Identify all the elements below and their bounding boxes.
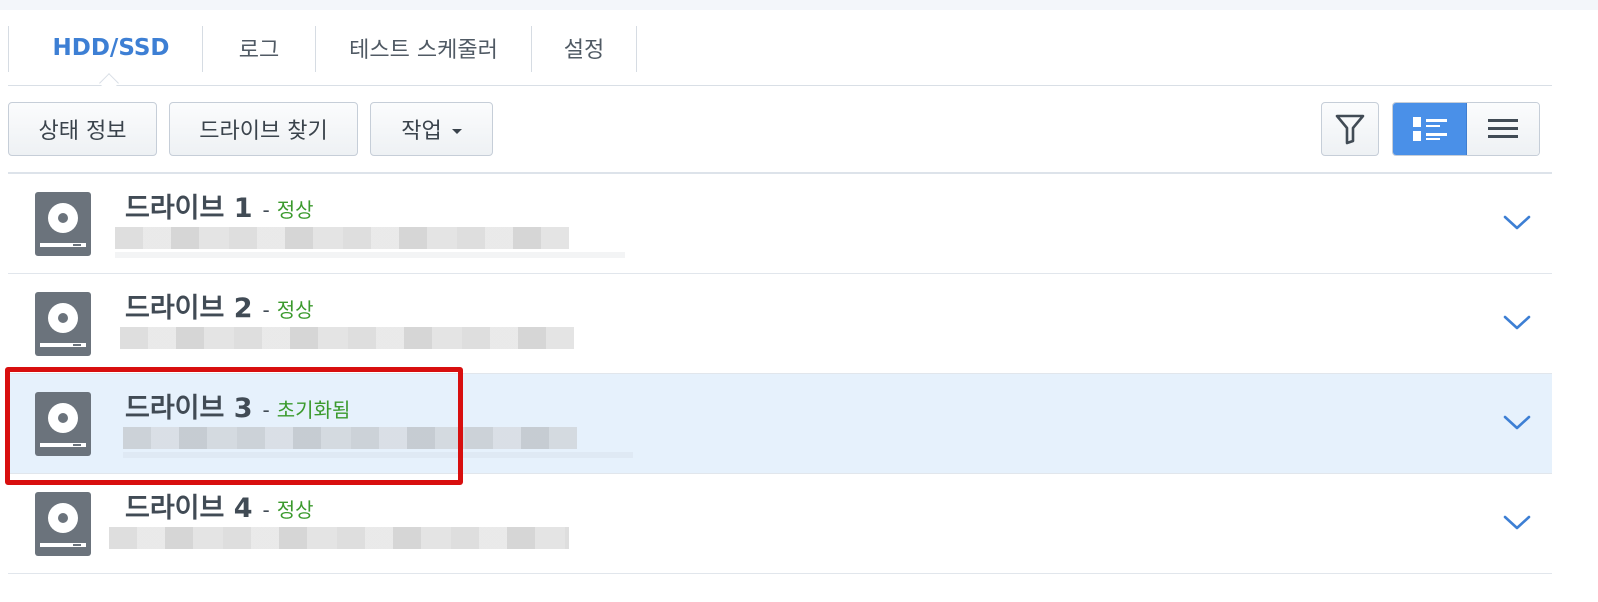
- chevron-down-icon: [451, 128, 462, 134]
- highlight-annotation: [5, 367, 463, 485]
- hard-drive-icon: [35, 192, 91, 256]
- drive-row-4[interactable]: 드라이브 4 - 정상: [8, 474, 1552, 574]
- redacted-drive-info: [115, 227, 569, 249]
- drive-name: 드라이브 1: [125, 193, 253, 224]
- separator-dash: -: [262, 198, 270, 222]
- separator-dash: -: [262, 298, 270, 322]
- drive-status: 정상: [276, 498, 314, 522]
- window-title-strip: [0, 0, 1598, 10]
- tab-divider: [636, 26, 637, 72]
- action-dropdown-button[interactable]: 작업: [370, 102, 493, 156]
- chevron-down-icon[interactable]: [1502, 512, 1532, 534]
- view-toggle-group: [1392, 102, 1540, 156]
- separator-dash: -: [262, 498, 270, 522]
- detail-view-button[interactable]: [1393, 103, 1467, 155]
- drive-title: 드라이브 2 - 정상: [125, 286, 314, 325]
- drive-status: 정상: [276, 198, 314, 222]
- redacted-drive-info: [115, 252, 625, 258]
- hard-drive-icon: [35, 292, 91, 356]
- drive-name: 드라이브 2: [125, 293, 253, 324]
- chevron-down-icon[interactable]: [1502, 212, 1532, 234]
- drive-name: 드라이브 4: [125, 493, 253, 524]
- filter-icon: [1335, 114, 1365, 145]
- tab-hdd-ssd[interactable]: HDD/SSD: [18, 24, 204, 72]
- chevron-down-icon[interactable]: [1502, 412, 1532, 434]
- redacted-drive-info: [120, 327, 574, 349]
- tab-bar: HDD/SSD 로그 테스트 스케줄러 설정: [8, 24, 1552, 93]
- drive-row-2[interactable]: 드라이브 2 - 정상: [8, 274, 1552, 374]
- tab-divider: [8, 26, 9, 72]
- drive-row-1[interactable]: 드라이브 1 - 정상: [8, 174, 1552, 274]
- tab-log[interactable]: 로그: [203, 24, 315, 72]
- chevron-down-icon[interactable]: [1502, 312, 1532, 334]
- active-tab-indicator: [99, 73, 119, 93]
- action-dropdown-label: 작업: [401, 119, 442, 144]
- find-drive-button[interactable]: 드라이브 찾기: [169, 102, 358, 156]
- status-info-button[interactable]: 상태 정보: [8, 102, 157, 156]
- tab-test-scheduler[interactable]: 테스트 스케줄러: [316, 24, 531, 72]
- hard-drive-icon: [35, 492, 91, 556]
- tab-settings[interactable]: 설정: [532, 24, 636, 72]
- redacted-drive-info: [109, 527, 569, 549]
- detail-view-icon: [1412, 117, 1447, 141]
- drive-status: 정상: [276, 298, 314, 322]
- list-view-icon: [1488, 119, 1518, 138]
- drive-title: 드라이브 1 - 정상: [125, 186, 314, 225]
- drive-title: 드라이브 4 - 정상: [125, 486, 314, 525]
- list-view-button[interactable]: [1467, 103, 1539, 155]
- filter-button[interactable]: [1321, 102, 1379, 156]
